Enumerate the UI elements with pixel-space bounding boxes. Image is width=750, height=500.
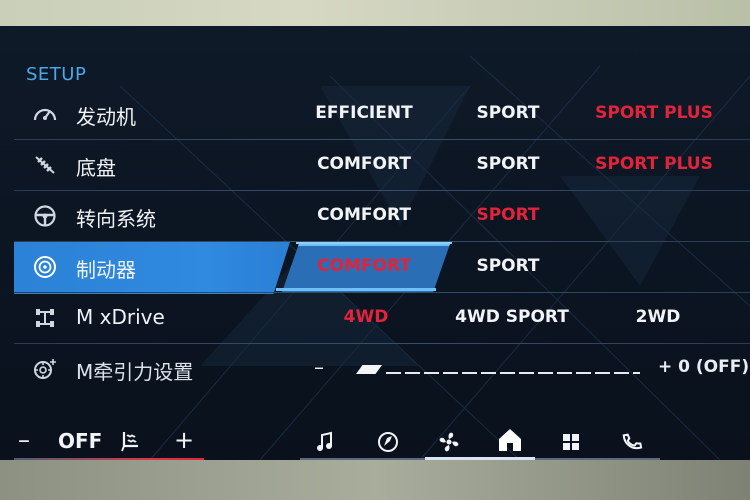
option-sport[interactable]: SPORT	[438, 103, 578, 123]
slider-decrease[interactable]: –	[314, 355, 324, 379]
option-2wd[interactable]: 2WD	[588, 307, 728, 327]
setting-row-engine[interactable]: 发动机 EFFICIENT SPORT SPORT PLUS	[14, 89, 750, 140]
fan-icon[interactable]	[436, 429, 462, 459]
setting-row-label: 底盘	[76, 156, 116, 180]
drivetrain-icon	[32, 306, 58, 330]
option-sport[interactable]: SPORT	[438, 205, 578, 225]
option-4wd[interactable]: 4WD	[296, 307, 436, 327]
option-sport-plus[interactable]: SPORT PLUS	[584, 154, 724, 174]
temp-increase-button[interactable]: +	[174, 426, 194, 454]
temp-decrease-button[interactable]: –	[18, 426, 30, 454]
slider-track	[386, 372, 640, 374]
option-comfort[interactable]: COMFORT	[294, 205, 434, 225]
steering-wheel-icon	[32, 204, 58, 228]
home-icon[interactable]	[496, 426, 524, 458]
option-sport[interactable]: SPORT	[438, 256, 578, 276]
music-icon[interactable]	[314, 430, 338, 458]
option-sport-plus[interactable]: SPORT PLUS	[584, 103, 724, 123]
option-efficient[interactable]: EFFICIENT	[294, 103, 434, 123]
seat-heating-icon[interactable]	[118, 428, 144, 458]
traction-slider[interactable]	[356, 365, 640, 375]
setting-row-traction[interactable]: M牵引力设置 – + 0 (OFF)	[14, 344, 750, 395]
bezel-top	[0, 0, 750, 26]
page-title: SETUP	[26, 64, 87, 85]
bezel-bottom	[0, 460, 750, 500]
selected-option-underline	[276, 288, 436, 291]
setting-row-label: 转向系统	[76, 207, 156, 231]
option-sport[interactable]: SPORT	[438, 154, 578, 174]
climate-status[interactable]: OFF	[58, 429, 102, 453]
selected-option-top-line	[296, 242, 452, 244]
option-comfort[interactable]: COMFORT	[294, 154, 434, 174]
setting-row-steering[interactable]: 转向系统 COMFORT SPORT	[14, 191, 750, 242]
bottom-bar: – OFF +	[0, 424, 750, 460]
setting-row-mxdrive[interactable]: M xDrive 4WD 4WD SPORT 2WD	[14, 293, 750, 344]
traction-icon	[32, 357, 58, 381]
display-screen: SETUP 发动机 EFFICIENT SPORT SPORT PLUS 底盘 …	[0, 26, 750, 460]
setting-row-chassis[interactable]: 底盘 COMFORT SPORT SPORT PLUS	[14, 140, 750, 191]
phone-icon[interactable]	[620, 430, 644, 458]
option-comfort[interactable]: COMFORT	[294, 256, 434, 276]
option-4wd-sport[interactable]: 4WD SPORT	[442, 307, 582, 327]
brake-disc-icon	[32, 255, 58, 279]
slider-handle[interactable]	[356, 365, 382, 374]
suspension-icon	[32, 153, 58, 177]
slider-value: + 0 (OFF)	[658, 357, 750, 377]
setting-row-label: 制动器	[76, 258, 136, 282]
apps-grid-icon[interactable]	[560, 431, 582, 457]
setting-row-label: M xDrive	[76, 305, 165, 329]
navigation-icon[interactable]	[376, 430, 400, 458]
setting-row-label: 发动机	[76, 105, 136, 129]
setting-row-brakes[interactable]: 制动器 COMFORT SPORT	[14, 242, 750, 294]
gauge-icon	[32, 102, 58, 126]
setting-row-label: M牵引力设置	[76, 360, 194, 384]
